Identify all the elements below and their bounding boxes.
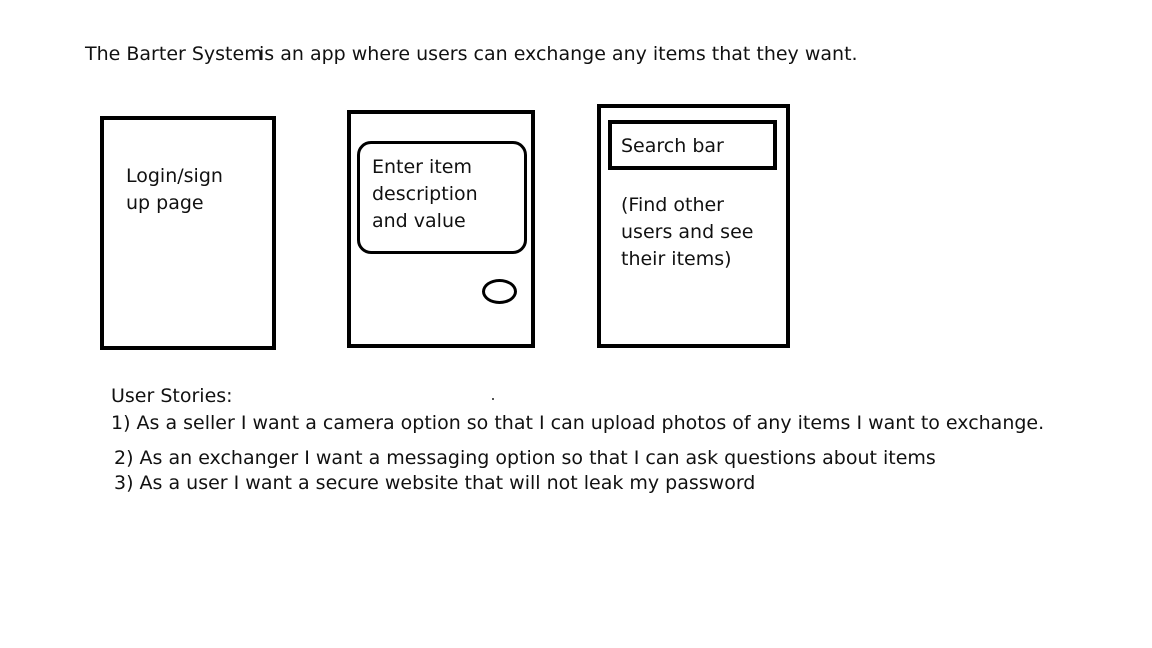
search-screen-wireframe: Search bar (Find other users and see the… [597,104,790,348]
user-story-1: 1) As a seller I want a camera option so… [111,412,1045,434]
app-description: is an app where users can exchange any i… [259,43,858,65]
item-entry-screen-wireframe: Enter item description and value [347,110,535,348]
search-screen-description: (Find other users and see their items) [621,194,754,270]
submit-button-oval [482,279,517,304]
search-bar-box: Search bar [608,120,777,170]
user-stories-heading: User Stories: [111,385,233,407]
search-bar-label: Search bar [621,135,724,157]
app-title: The Barter System [85,43,263,65]
stray-dot [492,398,494,400]
user-story-2: 2) As an exchanger I want a messaging op… [114,447,936,469]
item-description-input-label: Enter item description and value [372,156,478,232]
user-story-3: 3) As a user I want a secure website tha… [114,472,756,494]
login-screen-wireframe: Login/sign up page [100,116,276,350]
login-screen-label: Login/sign up page [126,165,223,214]
item-description-input: Enter item description and value [357,141,527,254]
